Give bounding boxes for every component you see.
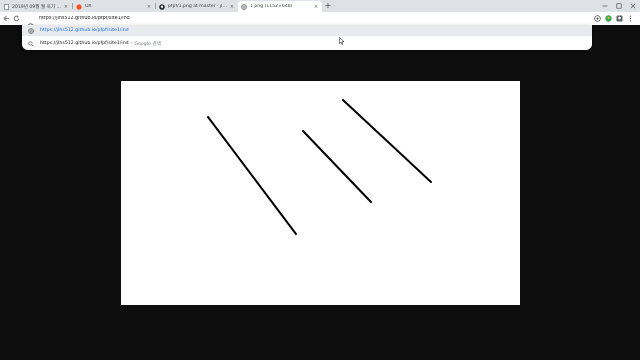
drawn-line-2 (302, 130, 372, 203)
drawn-line-1 (207, 116, 297, 235)
image-lines (207, 99, 432, 235)
drawn-line-3 (342, 99, 432, 183)
